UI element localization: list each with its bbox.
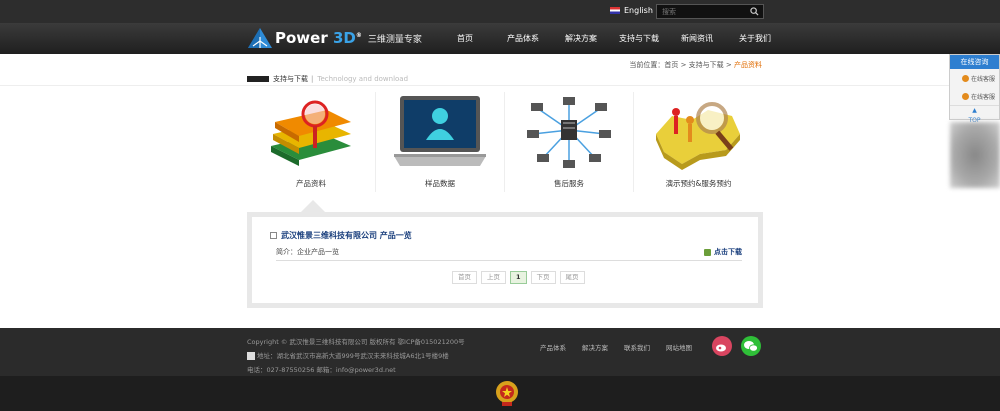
- monitor-user-icon: [394, 96, 486, 166]
- arrow-up-icon: ▲: [972, 107, 977, 114]
- blurred-side-image: [950, 122, 1000, 188]
- pagination: 首页 上页 1 下页 尾页: [452, 271, 585, 284]
- footer-link-contact[interactable]: 联系我们: [624, 342, 650, 352]
- police-emblem-icon[interactable]: [494, 379, 520, 407]
- map-magnifier-icon: [656, 102, 740, 170]
- category-after-sales[interactable]: 售后服务: [505, 92, 634, 192]
- header: Power 3D® 三维测量专家 首页 产品体系 解决方案 支持与下载 新闻资讯…: [0, 24, 1000, 54]
- logo[interactable]: Power 3D® 三维测量专家: [247, 27, 422, 49]
- page-first[interactable]: 首页: [452, 271, 477, 284]
- section-band: [0, 70, 1000, 86]
- nav-news[interactable]: 新闻资讯: [668, 24, 726, 54]
- breadcrumb-current: 产品资料: [734, 61, 762, 69]
- list-item: 简介：企业产品一览 点击下载: [276, 247, 742, 261]
- page-last[interactable]: 尾页: [559, 271, 585, 284]
- nav-support[interactable]: 支持与下载: [610, 24, 668, 54]
- books-icon: [271, 100, 351, 166]
- list-title: 武汉惟景三维科技有限公司 产品一览: [270, 230, 412, 241]
- download-link[interactable]: 点击下载: [704, 247, 742, 257]
- list-item-text: 简介：企业产品一览: [276, 248, 339, 256]
- section-title: 支持与下载 | Technology and download: [247, 74, 408, 84]
- contact: 电话：027-87550256 邮箱：info@power3d.net: [247, 366, 396, 374]
- footer-link-products[interactable]: 产品体系: [540, 342, 566, 352]
- nav-about[interactable]: 关于我们: [726, 24, 784, 54]
- slogan: 三维测量专家: [367, 34, 422, 45]
- category-product-docs[interactable]: 产品资料: [247, 92, 376, 192]
- page-next[interactable]: 下页: [530, 271, 556, 284]
- product-list-box: 武汉惟景三维科技有限公司 产品一览 简介：企业产品一览 点击下载 首页 上页 1…: [247, 212, 763, 308]
- network-icon: [527, 97, 611, 168]
- category-label: 样品数据: [425, 179, 455, 188]
- category-list: 产品资料 样品数据 售后服务 演示预约&服务预约: [247, 92, 763, 192]
- top-bar: English: [0, 0, 1000, 24]
- category-label: 售后服务: [554, 179, 584, 188]
- address: 地址：湖北省武汉市高新大道999号武汉未来科技城A6北1号楼9楼: [247, 349, 465, 363]
- search-input[interactable]: [657, 5, 747, 18]
- section-title-text: 支持与下载: [273, 75, 308, 83]
- footer: Copyright © 武汉惟景三维科技有限公司 版权所有 鄂ICP备01502…: [0, 328, 1000, 376]
- nav-products[interactable]: 产品体系: [494, 24, 552, 54]
- section-subtitle: Technology and download: [317, 75, 409, 83]
- category-sample-data[interactable]: 样品数据: [376, 92, 505, 192]
- main-nav: 首页 产品体系 解决方案 支持与下载 新闻资讯 关于我们: [436, 24, 784, 54]
- wechat-icon[interactable]: [741, 336, 761, 356]
- online-consult-widget: 在线咨询 在线客服 在线客服 ▲ TOP: [949, 54, 1000, 124]
- page-current[interactable]: 1: [510, 271, 527, 284]
- category-label: 演示预约&服务预约: [665, 179, 732, 188]
- footer-nav: 产品体系 解决方案 联系我们 网站地图: [540, 342, 692, 352]
- category-demo-booking[interactable]: 演示预约&服务预约: [634, 92, 763, 192]
- list-title-text: 武汉惟景三维科技有限公司 产品一览: [281, 231, 412, 240]
- qq-service-2[interactable]: 在线客服: [950, 87, 999, 105]
- footer-link-solutions[interactable]: 解决方案: [582, 342, 608, 352]
- copyright: Copyright © 武汉惟景三维科技有限公司 版权所有 鄂ICP备01502…: [247, 338, 465, 346]
- language-switch[interactable]: English: [610, 6, 653, 15]
- qq-icon: [962, 74, 969, 82]
- widget-title: 在线咨询: [950, 55, 999, 69]
- footer-link-sitemap[interactable]: 网站地图: [666, 342, 692, 352]
- download-label: 点击下载: [714, 248, 742, 256]
- breadcrumb-path[interactable]: 当前位置：首页 > 支持与下载 >: [629, 61, 734, 69]
- building-icon: [247, 352, 255, 360]
- nav-home[interactable]: 首页: [436, 24, 494, 54]
- brand-name: Power 3D®: [275, 29, 362, 47]
- qq-service-1[interactable]: 在线客服: [950, 69, 999, 87]
- search-box: [656, 4, 764, 19]
- category-label: 产品资料: [296, 179, 326, 188]
- flag-icon: [610, 7, 620, 14]
- qq-icon: [962, 92, 969, 100]
- document-icon: [270, 232, 277, 239]
- page-prev[interactable]: 上页: [481, 271, 506, 284]
- logo-icon: [248, 28, 272, 48]
- bottom-bar: [0, 376, 1000, 411]
- download-icon: [704, 248, 711, 256]
- active-category-pointer: [301, 200, 325, 212]
- footer-info: Copyright © 武汉惟景三维科技有限公司 版权所有 鄂ICP备01502…: [247, 335, 465, 377]
- breadcrumb: 当前位置：首页 > 支持与下载 > 产品资料: [629, 60, 762, 70]
- weibo-icon[interactable]: [712, 336, 732, 356]
- language-label: English: [624, 6, 653, 15]
- nav-solutions[interactable]: 解决方案: [552, 24, 610, 54]
- title-bar-decoration: [247, 76, 269, 82]
- search-icon[interactable]: [750, 7, 759, 16]
